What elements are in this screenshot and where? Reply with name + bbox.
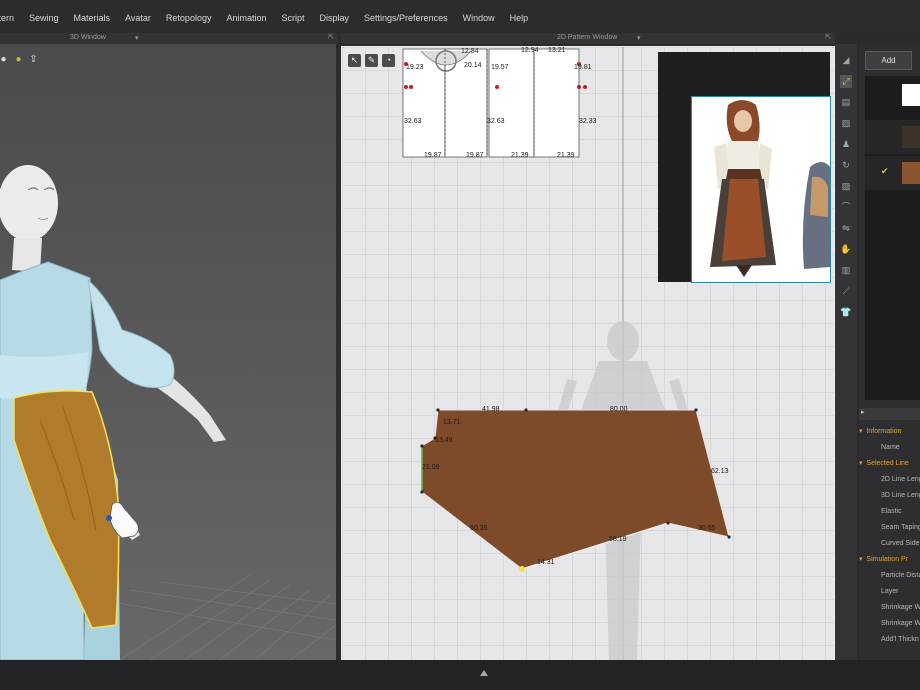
property-editor-header: ▸: [859, 408, 920, 420]
bodice-patterns[interactable]: 19.23 20.14 19.57 19.81 12.84 12.94 13.2…: [402, 47, 597, 159]
prop-row: Curved Side: [881, 540, 920, 547]
collapse-icon[interactable]: ▸: [861, 408, 865, 416]
pattern-label: 32.63: [404, 118, 422, 125]
prop-row: Seam Taping: [881, 524, 920, 531]
fabric-swatch: [902, 126, 920, 148]
layers-icon[interactable]: ▤: [840, 96, 852, 109]
menu-animation[interactable]: Animation: [226, 13, 266, 23]
floor-grid: [99, 574, 336, 660]
add-button[interactable]: Add: [865, 51, 912, 70]
menu-bar: ttern Sewing Materials Avatar Retopology…: [0, 0, 920, 36]
fabric-item[interactable]: [865, 84, 920, 118]
3d-viewport[interactable]: [0, 44, 336, 660]
fold-icon[interactable]: ⌒: [840, 201, 852, 214]
prop-row: 2D Line Leng: [881, 476, 920, 483]
apron-length-label: 80.00: [610, 406, 628, 413]
selected-point[interactable]: [519, 566, 525, 572]
bottom-bar: [0, 660, 920, 690]
menu-retopology[interactable]: Retopology: [166, 13, 212, 23]
chevron-down-icon[interactable]: ▾: [637, 34, 641, 42]
hand-icon[interactable]: ✋: [840, 243, 852, 256]
2d-window-titlebar: 2D Pattern Window ▾ ⇱: [341, 33, 835, 44]
pin-icon[interactable]: ⇱: [328, 33, 334, 41]
shirt-icon[interactable]: 👕: [840, 306, 852, 319]
menu-script[interactable]: Script: [282, 13, 305, 23]
apron-length-label: 30.55: [698, 525, 716, 532]
3d-toolbar: ● ● ⇪: [0, 54, 39, 65]
3d-window-title: 3D Window: [70, 34, 106, 41]
menu-settings[interactable]: Settings/Preferences: [364, 13, 448, 23]
pattern-label: 12.84: [461, 48, 479, 55]
prop-section[interactable]: ▾ Information: [859, 424, 920, 440]
apron-length-label: 14.31: [537, 559, 555, 566]
pattern-label: 12.94: [521, 47, 539, 54]
apron-length-label: 62.13: [711, 468, 729, 475]
pattern-label: 21.39: [557, 152, 575, 159]
menu-sewing[interactable]: Sewing: [29, 13, 59, 23]
prop-section[interactable]: ▾ Selected Line: [859, 456, 920, 472]
pattern-canvas[interactable]: 19.23 20.14 19.57 19.81 12.84 12.94 13.2…: [342, 47, 834, 661]
3d-window[interactable]: ● ● ⇪: [0, 44, 336, 660]
apron-length-label: 41.98: [482, 406, 500, 413]
apron-length-label: 58.19: [609, 536, 627, 543]
right-toolbar: ◢ ⤢ ▤ ▧ ♟ ↻ ▨ ⌒ ⇋ ✋ ▥ ⟋ 👕: [835, 44, 857, 670]
avatar-display-icon[interactable]: ●: [0, 54, 9, 65]
pattern-label: 32.33: [579, 118, 597, 125]
menu-avatar[interactable]: Avatar: [125, 13, 151, 23]
pattern-label: 21.39: [511, 152, 529, 159]
fabric-swatch: [902, 162, 920, 184]
prop-row: Shrinkage W: [881, 604, 920, 611]
prop-row: Layer: [881, 588, 899, 595]
flip-icon[interactable]: ⇋: [840, 222, 852, 235]
3d-window-titlebar: 3D Window ▾ ⇱: [0, 33, 338, 44]
image-icon[interactable]: ▧: [840, 117, 852, 130]
menu-materials[interactable]: Materials: [74, 13, 111, 23]
pattern-label: 32.63: [487, 118, 505, 125]
pattern-label: 20.14: [464, 62, 482, 69]
object-browser-panel: Add ✔ ▸ ▾ Information Name ▾ Selected Li…: [859, 44, 920, 660]
triangle-icon[interactable]: ◢: [840, 54, 852, 67]
menu-pattern[interactable]: ttern: [0, 13, 14, 23]
pattern-label: 19.81: [574, 64, 592, 71]
property-editor: ▾ Information Name ▾ Selected Line 2D Li…: [859, 424, 920, 648]
menu-window[interactable]: Window: [463, 13, 495, 23]
pattern-label: 19.87: [424, 152, 442, 159]
menu-help[interactable]: Help: [510, 13, 529, 23]
2d-pattern-window[interactable]: ↖ ✎ ◔ 19.23 20.14 19.57 19.81 12.84 12.9…: [341, 46, 835, 662]
export-icon[interactable]: ⇪: [28, 54, 39, 65]
avatar-tool-icon[interactable]: ♟: [840, 138, 852, 151]
apron-length-label: 13.49: [435, 437, 453, 444]
fabric-swatch: [902, 84, 920, 106]
grid-icon[interactable]: ▥: [840, 264, 852, 277]
pattern-label: 13.21: [548, 47, 566, 54]
menu-display[interactable]: Display: [320, 13, 350, 23]
pattern-label: 19.57: [491, 64, 509, 71]
prop-section[interactable]: ▾ Simulation Pr: [859, 552, 920, 568]
apron-pattern[interactable]: 41.98 80.00 13.71 13.49 21.09 62.13 60.3…: [420, 406, 731, 572]
pattern-label: 19.87: [466, 152, 484, 159]
measure-icon[interactable]: ⟋: [840, 285, 852, 298]
prop-row: Shrinkage W: [881, 620, 920, 627]
2d-window-title: 2D Pattern Window: [557, 34, 618, 41]
fabric-item-selected[interactable]: ✔: [865, 156, 920, 190]
rotate-icon[interactable]: ↻: [840, 159, 852, 172]
prop-row: Particle Dista: [881, 572, 920, 579]
texture-display-icon[interactable]: ●: [13, 54, 24, 65]
pin-icon[interactable]: ⇱: [825, 33, 831, 41]
prop-row: Add'l Thickn: [881, 636, 919, 643]
prop-row: 3D Line Leng: [881, 492, 920, 499]
prop-row: Elastic: [881, 508, 902, 515]
apron-length-label: 13.71: [443, 419, 461, 426]
pattern-label: 19.23: [406, 64, 424, 71]
apron-length-label: 60.35: [470, 525, 488, 532]
selected-tool-icon[interactable]: ⤢: [840, 75, 852, 88]
expand-up-icon[interactable]: [480, 670, 488, 676]
prop-row: Name: [881, 444, 900, 451]
apron-length-label: 21.09: [422, 464, 440, 471]
chevron-down-icon[interactable]: ▾: [135, 34, 139, 42]
check-icon: ✔: [881, 166, 889, 176]
fabric-item[interactable]: [865, 120, 920, 154]
fabric-list: ✔: [865, 76, 920, 400]
hatch-icon[interactable]: ▨: [840, 180, 852, 193]
